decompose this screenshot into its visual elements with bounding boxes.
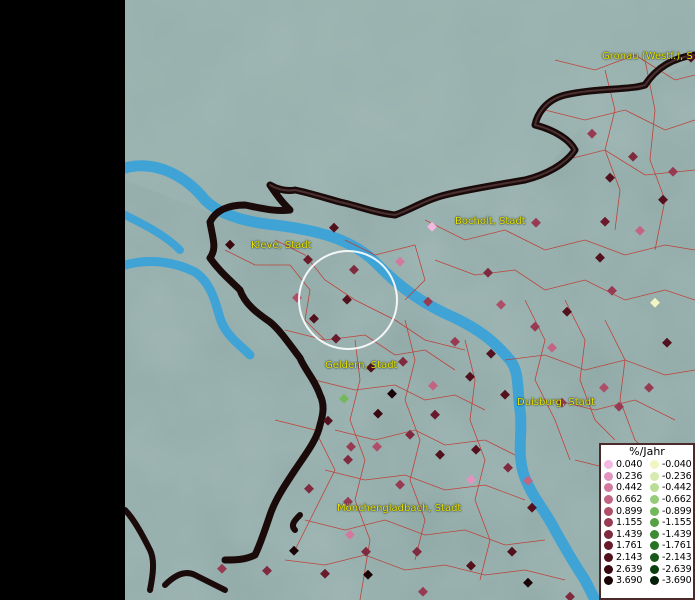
legend-positive-column: 0.040 0.236 0.442 0.662 0.899 1.155 1.439 1.761… xyxy=(601,459,647,587)
legend-swatch xyxy=(650,506,659,516)
legend-swatch xyxy=(650,541,659,551)
legend-value: -1.155 xyxy=(662,517,692,529)
legend-negative-column: -0.040 -0.236 -0.442 -0.662 -0.899 -1.155 -1.4… xyxy=(647,459,693,587)
legend-value: -0.236 xyxy=(662,470,692,482)
legend-swatch xyxy=(604,495,613,505)
legend-swatch xyxy=(650,483,659,493)
legend-swatch xyxy=(650,576,659,586)
legend-value: 1.439 xyxy=(616,528,643,540)
legend-swatch xyxy=(604,518,613,528)
legend-swatch xyxy=(604,460,613,470)
legend-swatch xyxy=(604,529,613,539)
legend-positive-row: 1.155 xyxy=(601,517,647,529)
legend-value: 3.690 xyxy=(616,575,643,587)
legend-negative-row: -1.155 xyxy=(647,517,693,529)
legend-negative-row: -0.040 xyxy=(647,459,693,471)
legend-positive-row: 0.442 xyxy=(601,482,647,494)
legend-swatch xyxy=(604,483,613,493)
legend-positive-row: 0.236 xyxy=(601,471,647,483)
legend-value: -0.040 xyxy=(662,459,692,471)
legend-negative-row: -0.236 xyxy=(647,471,693,483)
legend-value: 0.040 xyxy=(616,459,643,471)
legend-value: 2.143 xyxy=(616,552,643,564)
legend-value: -1.761 xyxy=(662,540,692,552)
legend-value: -0.442 xyxy=(662,482,692,494)
legend-value: -2.143 xyxy=(662,552,692,564)
legend-positive-row: 2.639 xyxy=(601,563,647,575)
legend-value: 0.662 xyxy=(616,494,643,506)
legend-swatch xyxy=(650,518,659,528)
legend-swatch xyxy=(604,553,613,563)
legend-value: 2.639 xyxy=(616,563,643,575)
legend-positive-row: 0.899 xyxy=(601,505,647,517)
legend-swatch xyxy=(650,471,659,481)
legend-value: -2.639 xyxy=(662,563,692,575)
legend-value: 1.155 xyxy=(616,517,643,529)
legend-swatch xyxy=(604,541,613,551)
legend-negative-row: -0.442 xyxy=(647,482,693,494)
legend-value: 1.761 xyxy=(616,540,643,552)
legend-positive-row: 1.761 xyxy=(601,540,647,552)
city-label-gronau: Gronau (Westf.), S xyxy=(602,51,693,62)
legend-positive-row: 0.040 xyxy=(601,459,647,471)
legend-swatch xyxy=(650,529,659,539)
legend-positive-row: 0.662 xyxy=(601,494,647,506)
legend-negative-row: -0.662 xyxy=(647,494,693,506)
city-label-moenchengladbach: Mönchengladbach, Stadt xyxy=(337,503,462,514)
legend-value: -0.899 xyxy=(662,505,692,517)
legend-swatch xyxy=(650,495,659,505)
legend-swatch xyxy=(650,564,659,574)
legend-value: 0.236 xyxy=(616,470,643,482)
city-label-bocholt: Bocholt, Stadt xyxy=(455,216,526,227)
legend-swatch xyxy=(604,506,613,516)
legend-swatch xyxy=(604,576,613,586)
legend-value: -3.690 xyxy=(662,575,692,587)
legend-swatch xyxy=(604,471,613,481)
legend-negative-row: -2.143 xyxy=(647,552,693,564)
legend-value: 0.899 xyxy=(616,505,643,517)
legend-swatch xyxy=(604,564,613,574)
legend-positive-row: 3.690 xyxy=(601,575,647,587)
legend-negative-row: -2.639 xyxy=(647,563,693,575)
legend-negative-row: -3.690 xyxy=(647,575,693,587)
legend-swatch xyxy=(650,460,659,470)
legend-value: -0.662 xyxy=(662,494,692,506)
city-label-geldern: Geldern, Stadt xyxy=(325,360,398,371)
map-legend: %/Jahr 0.040 0.236 0.442 0.662 0.899 1.155 1.4… xyxy=(599,443,695,600)
legend-value: -1.439 xyxy=(662,528,692,540)
legend-swatch xyxy=(650,553,659,563)
legend-value: 0.442 xyxy=(616,482,643,494)
city-label-kleve: Kleve, Stadt xyxy=(251,240,312,251)
legend-negative-row: -1.761 xyxy=(647,540,693,552)
legend-positive-row: 2.143 xyxy=(601,552,647,564)
legend-title: %/Jahr xyxy=(629,445,665,458)
city-label-duisburg: Duisburg, Stadt xyxy=(517,397,596,408)
legend-negative-row: -1.439 xyxy=(647,529,693,541)
legend-positive-row: 1.439 xyxy=(601,529,647,541)
legend-negative-row: -0.899 xyxy=(647,505,693,517)
left-black-bar xyxy=(0,0,125,600)
